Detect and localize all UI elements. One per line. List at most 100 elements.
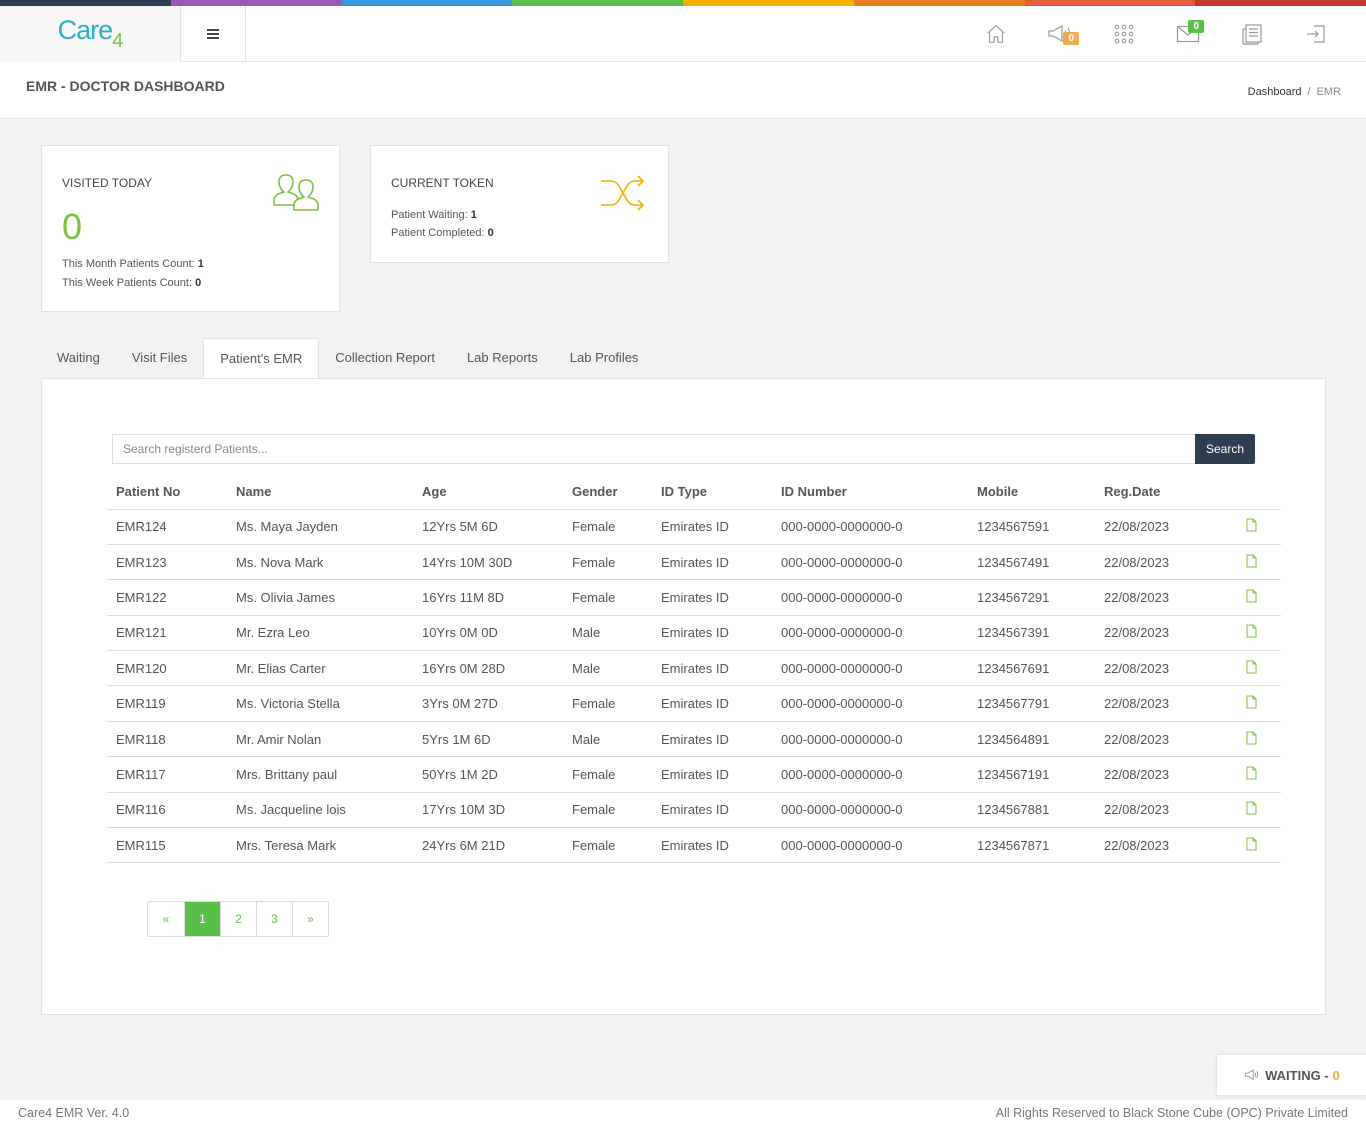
waiting-count: 0	[1332, 1067, 1340, 1083]
open-record-button[interactable]	[1221, 650, 1281, 687]
col-name: Name	[227, 474, 413, 510]
table-cell: Emirates ID	[652, 827, 772, 864]
tab-patients-emr[interactable]: Patient's EMR	[203, 338, 320, 379]
table-cell: Emirates ID	[652, 756, 772, 793]
tab-waiting[interactable]: Waiting	[41, 338, 116, 379]
open-record-button[interactable]	[1221, 756, 1281, 793]
col-mobile: Mobile	[968, 474, 1095, 510]
table-cell: Female	[563, 509, 652, 545]
table-cell: 22/08/2023	[1095, 827, 1221, 864]
open-record-button[interactable]	[1221, 827, 1281, 864]
table-cell: 12Yrs 5M 6D	[413, 509, 563, 545]
table-cell: EMR116	[107, 792, 227, 829]
table-cell: 000-0000-0000000-0	[772, 615, 968, 652]
table-cell: Female	[563, 579, 652, 616]
footer-rights: All Rights Reserved to Black Stone Cube …	[995, 1106, 1348, 1120]
open-record-button[interactable]	[1221, 579, 1281, 616]
mail-button[interactable]: 0	[1156, 6, 1220, 62]
table-cell: Ms. Jacqueline lois	[227, 792, 413, 829]
patient-search-input[interactable]	[112, 434, 1195, 464]
tab-lab-profiles[interactable]: Lab Profiles	[554, 338, 655, 379]
announcements-button[interactable]: 0	[1028, 6, 1092, 62]
col-age: Age	[413, 474, 563, 510]
table-cell: Male	[563, 615, 652, 652]
table-row: EMR115 Mrs. Teresa Mark 24Yrs 6M 21D Female…	[107, 827, 1281, 864]
table-row: EMR121 Mr. Ezra Leo 10Yrs 0M 0D Male Emirate…	[107, 615, 1281, 652]
shuffle-icon	[601, 175, 645, 211]
notes-icon	[1242, 24, 1262, 45]
visited-today-card: VISITED TODAY 0 This Month Patients Coun…	[41, 145, 340, 312]
table-cell: 5Yrs 1M 6D	[413, 721, 563, 758]
table-cell: Emirates ID	[652, 685, 772, 722]
table-cell: EMR121	[107, 615, 227, 652]
menu-toggle-button[interactable]	[181, 6, 246, 62]
tab-collection-report[interactable]: Collection Report	[319, 338, 451, 379]
table-cell: 3Yrs 0M 27D	[413, 685, 563, 722]
open-record-button[interactable]	[1221, 685, 1281, 722]
tab-visit-files[interactable]: Visit Files	[116, 338, 203, 379]
table-cell: 1234567691	[968, 650, 1095, 687]
open-record-button[interactable]	[1221, 721, 1281, 758]
open-record-button[interactable]	[1221, 509, 1281, 545]
users-icon	[273, 174, 319, 211]
mail-badge: 0	[1188, 20, 1204, 33]
patients-emr-panel: Search Patient No Name Age Gender ID Typ…	[41, 378, 1326, 1015]
table-cell: Female	[563, 685, 652, 722]
file-icon	[1246, 554, 1256, 568]
table-cell: EMR122	[107, 579, 227, 616]
waiting-widget[interactable]: WAITING -0	[1216, 1054, 1366, 1096]
table-cell: Male	[563, 721, 652, 758]
pagination-next[interactable]: »	[292, 902, 328, 936]
table-cell: 000-0000-0000000-0	[772, 721, 968, 758]
home-button[interactable]	[964, 6, 1028, 62]
logout-button[interactable]	[1284, 6, 1348, 62]
open-record-button[interactable]	[1221, 792, 1281, 829]
pagination-page-2[interactable]: 2	[220, 902, 256, 936]
col-id-number: ID Number	[772, 474, 968, 510]
open-record-button[interactable]	[1221, 615, 1281, 652]
page-header: EMR - DOCTOR DASHBOARD Dashboard / EMR	[0, 62, 1366, 119]
table-cell: 10Yrs 0M 0D	[413, 615, 563, 652]
table-cell: 22/08/2023	[1095, 579, 1221, 616]
table-cell: Female	[563, 544, 652, 581]
table-cell: EMR120	[107, 650, 227, 687]
table-cell: 22/08/2023	[1095, 792, 1221, 829]
pagination: « 1 2 3 »	[147, 901, 329, 937]
table-cell: Mr. Ezra Leo	[227, 615, 413, 652]
table-row: EMR123 Ms. Nova Mark 14Yrs 10M 30D Female Em…	[107, 544, 1281, 581]
search-button[interactable]: Search	[1195, 434, 1255, 464]
apps-button[interactable]	[1092, 6, 1156, 62]
open-record-button[interactable]	[1221, 544, 1281, 581]
pagination-page-3[interactable]: 3	[256, 902, 292, 936]
table-cell: 1234564891	[968, 721, 1095, 758]
table-cell: 1234567881	[968, 792, 1095, 829]
file-icon	[1246, 801, 1256, 815]
table-cell: 1234567291	[968, 579, 1095, 616]
table-cell: 16Yrs 11M 8D	[413, 579, 563, 616]
table-row: EMR116 Ms. Jacqueline lois 17Yrs 10M 3D Fem…	[107, 792, 1281, 829]
notes-button[interactable]	[1220, 6, 1284, 62]
footer: Care4 EMR Ver. 4.0 All Rights Reserved t…	[0, 1100, 1366, 1135]
file-icon	[1246, 518, 1256, 532]
table-cell: Emirates ID	[652, 579, 772, 616]
table-cell: EMR117	[107, 756, 227, 793]
footer-version: Care4 EMR Ver. 4.0	[18, 1106, 130, 1120]
file-icon	[1246, 766, 1256, 780]
table-cell: 24Yrs 6M 21D	[413, 827, 563, 864]
breadcrumb-dashboard-link[interactable]: Dashboard	[1248, 86, 1302, 98]
top-icons: 0 0	[964, 6, 1348, 62]
table-row: EMR122 Ms. Olivia James 16Yrs 11M 8D Female…	[107, 579, 1281, 616]
visited-today-count: 0	[62, 206, 83, 247]
patients-table-body: EMR124 Ms. Maya Jayden 12Yrs 5M 6D Female Em…	[107, 509, 1281, 864]
file-icon	[1246, 695, 1256, 709]
pagination-page-1[interactable]: 1	[184, 902, 220, 936]
logo[interactable]: Care4	[0, 6, 181, 62]
announcement-badge: 0	[1063, 32, 1079, 45]
breadcrumb: Dashboard / EMR	[1247, 86, 1341, 98]
table-cell: Female	[563, 827, 652, 864]
file-icon	[1246, 660, 1256, 674]
tab-lab-reports[interactable]: Lab Reports	[451, 338, 554, 379]
table-cell: Female	[563, 792, 652, 829]
pagination-prev[interactable]: «	[148, 902, 184, 936]
home-icon	[987, 25, 1005, 43]
